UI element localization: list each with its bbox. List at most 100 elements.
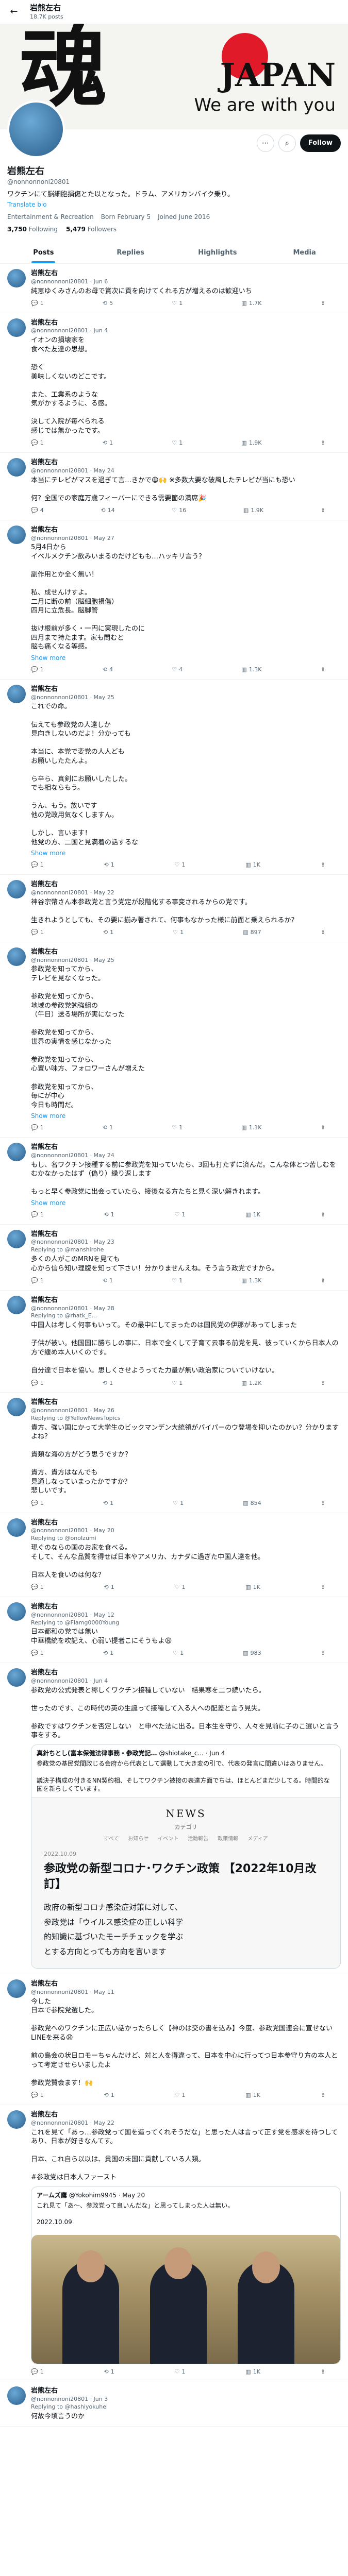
- tweet[interactable]: 岩熊左右 @nonnonnoni20801 · Jun 3 Replying to …: [0, 2381, 348, 2427]
- tweet[interactable]: 岩熊左右 @nonnonnoni20801 · Jun 6 純恵ゆくみさんのお母で賞…: [0, 264, 348, 313]
- follow-button[interactable]: Follow: [300, 134, 341, 152]
- views-button[interactable]: ▥ 1.9K: [243, 507, 263, 515]
- views-button[interactable]: ▥ 1K: [245, 2092, 260, 2099]
- show-more-link[interactable]: Show more: [31, 1112, 341, 1120]
- reply-button[interactable]: 💬 1: [31, 439, 44, 447]
- views-button[interactable]: ▥ 1K: [245, 861, 260, 869]
- tweet[interactable]: 岩熊左右 @nonnonnoni20801 · Jun 4 イオンの損壊家を 食べた…: [0, 313, 348, 453]
- tweet-avatar[interactable]: [7, 1296, 26, 1315]
- tweet[interactable]: 岩熊左右 @nonnonnoni20801 · May 28 Replying to…: [0, 1291, 348, 1393]
- tweet-reply-to[interactable]: Replying to @hashiyokuhei: [31, 2403, 341, 2411]
- tweet-author-name[interactable]: 岩熊左右: [31, 685, 341, 694]
- repost-button[interactable]: ⟲ 1: [104, 2092, 114, 2099]
- reply-button[interactable]: 💬 1: [31, 1500, 44, 1507]
- views-button[interactable]: ▥ 1K: [245, 1584, 260, 1591]
- tweet-avatar[interactable]: [7, 526, 26, 545]
- quote-photo[interactable]: [31, 2234, 340, 2364]
- tweet-reply-to[interactable]: Replying to @YellowNewsTopics: [31, 1415, 341, 1422]
- like-button[interactable]: ♡ 1: [175, 1584, 186, 1591]
- tweet-avatar[interactable]: [7, 947, 26, 967]
- tweet-avatar[interactable]: [7, 2110, 26, 2129]
- reply-button[interactable]: 💬 1: [31, 2092, 44, 2099]
- reply-button[interactable]: 💬 1: [31, 666, 44, 674]
- views-button[interactable]: ▥ 1K: [245, 1211, 260, 1219]
- views-button[interactable]: ▥ 1.3K: [241, 1277, 261, 1285]
- tab-posts[interactable]: Posts: [0, 242, 87, 264]
- share-button[interactable]: ⇪: [321, 1584, 325, 1591]
- repost-button[interactable]: ⟲ 1: [104, 1584, 114, 1591]
- repost-button[interactable]: ⟲ 1: [103, 929, 113, 937]
- profile-avatar[interactable]: [7, 100, 65, 158]
- tweet-reply-to[interactable]: Replying to @rhatk_E...: [31, 1312, 341, 1320]
- following-link[interactable]: 3,750 Following: [7, 225, 58, 233]
- tweet-author-name[interactable]: 岩熊左右: [31, 1398, 341, 1407]
- reply-button[interactable]: 💬 1: [31, 300, 44, 308]
- share-button[interactable]: ⇪: [321, 1380, 325, 1387]
- show-more-link[interactable]: Show more: [31, 849, 341, 857]
- reply-button[interactable]: 💬 1: [31, 1584, 44, 1591]
- tweet-avatar[interactable]: [7, 1668, 26, 1687]
- tweet-author-name[interactable]: 岩熊左右: [31, 526, 341, 535]
- repost-button[interactable]: ⟲ 1: [103, 1650, 113, 1657]
- repost-button[interactable]: ⟲ 1: [103, 1380, 113, 1387]
- tweet-avatar[interactable]: [7, 269, 26, 288]
- tab-replies[interactable]: Replies: [87, 242, 174, 264]
- tweet-reply-to[interactable]: Replying to @manshirohe: [31, 1246, 341, 1254]
- tweet-author-name[interactable]: 岩熊左右: [31, 1296, 341, 1305]
- reply-button[interactable]: 💬 1: [31, 2368, 44, 2376]
- tweet-author-name[interactable]: 岩熊左右: [31, 269, 341, 278]
- like-button[interactable]: ♡ 1: [175, 2368, 186, 2376]
- like-button[interactable]: ♡ 4: [172, 666, 183, 674]
- tweet-avatar[interactable]: [7, 880, 26, 899]
- share-button[interactable]: ⇪: [321, 1211, 325, 1219]
- tweet-avatar[interactable]: [7, 318, 26, 337]
- share-button[interactable]: ⇪: [321, 861, 325, 869]
- repost-button[interactable]: ⟲ 4: [103, 666, 113, 674]
- tweet-author-name[interactable]: 岩熊左右: [31, 1230, 341, 1239]
- tweet[interactable]: 岩熊左右 @nonnonnoni20801 · May 24 本当にテレビがマスを過…: [0, 453, 348, 521]
- tweet[interactable]: 岩熊左右 @nonnonnoni20801 · May 12 Replying to…: [0, 1597, 348, 1664]
- tweet-avatar[interactable]: [7, 2386, 26, 2405]
- repost-button[interactable]: ⟲ 1: [103, 1124, 113, 1132]
- share-button[interactable]: ⇪: [321, 1277, 325, 1285]
- tweet-avatar[interactable]: [7, 1398, 26, 1417]
- reply-button[interactable]: 💬 1: [31, 1277, 44, 1285]
- quoted-tweet[interactable]: 真針ちとし(富本保健法律事務・参政党記… @shiotake_c... · Ju…: [31, 1744, 341, 1969]
- views-button[interactable]: ▥ 1.3K: [241, 666, 261, 674]
- reply-button[interactable]: 💬 1: [31, 1211, 44, 1219]
- tweet[interactable]: 岩熊左右 @nonnonnoni20801 · May 11 今した 日本で参院党選…: [0, 1974, 348, 2106]
- tweet[interactable]: 岩熊左右 @nonnonnoni20801 · May 25 これでの命。 伝えても…: [0, 680, 348, 875]
- tweet-author-name[interactable]: 岩熊左右: [31, 2110, 341, 2120]
- share-button[interactable]: ⇪: [321, 2092, 325, 2099]
- back-arrow-icon[interactable]: ←: [6, 4, 22, 20]
- share-button[interactable]: ⇪: [321, 507, 325, 515]
- tweet-avatar[interactable]: [7, 685, 26, 704]
- tweet[interactable]: 岩熊左右 @nonnonnoni20801 · Jun 4 参政党の公式発表と称しく…: [0, 1663, 348, 1975]
- views-button[interactable]: ▥ 1.2K: [241, 1380, 261, 1387]
- tab-media[interactable]: Media: [261, 242, 348, 264]
- tweet-reply-to[interactable]: Replying to @Flamg0000Young: [31, 1619, 341, 1627]
- reply-button[interactable]: 💬 1: [31, 1380, 44, 1387]
- repost-button[interactable]: ⟲ 1: [104, 1211, 114, 1219]
- show-more-link[interactable]: Show more: [31, 1199, 341, 1207]
- tab-highlights[interactable]: Highlights: [174, 242, 261, 264]
- repost-button[interactable]: ⟲ 1: [104, 861, 114, 869]
- share-button[interactable]: ⇪: [321, 1500, 325, 1507]
- tweet-author-name[interactable]: 岩熊左右: [31, 1602, 341, 1612]
- tweet-author-name[interactable]: 岩熊左右: [31, 1668, 341, 1677]
- tweet[interactable]: 岩熊左右 @nonnonnoni20801 · May 22 神谷宗幣さん本参政党と…: [0, 875, 348, 943]
- like-button[interactable]: ♡ 16: [172, 507, 186, 515]
- like-button[interactable]: ♡ 1: [172, 1277, 183, 1285]
- like-button[interactable]: ♡ 1: [172, 1380, 183, 1387]
- views-button[interactable]: ▥ 854: [243, 1500, 261, 1507]
- views-button[interactable]: ▥ 1.7K: [241, 300, 261, 308]
- share-button[interactable]: ⇪: [321, 1650, 325, 1657]
- share-button[interactable]: ⇪: [321, 2368, 325, 2376]
- tweet-author-name[interactable]: 岩熊左右: [31, 1979, 341, 1989]
- tweet-avatar[interactable]: [7, 1143, 26, 1162]
- views-button[interactable]: ▥ 983: [243, 1650, 261, 1657]
- views-button[interactable]: ▥ 1K: [245, 2368, 260, 2376]
- repost-button[interactable]: ⟲ 1: [104, 2368, 114, 2376]
- translate-bio-link[interactable]: Translate bio: [7, 200, 341, 209]
- reply-button[interactable]: 💬 4: [31, 507, 44, 515]
